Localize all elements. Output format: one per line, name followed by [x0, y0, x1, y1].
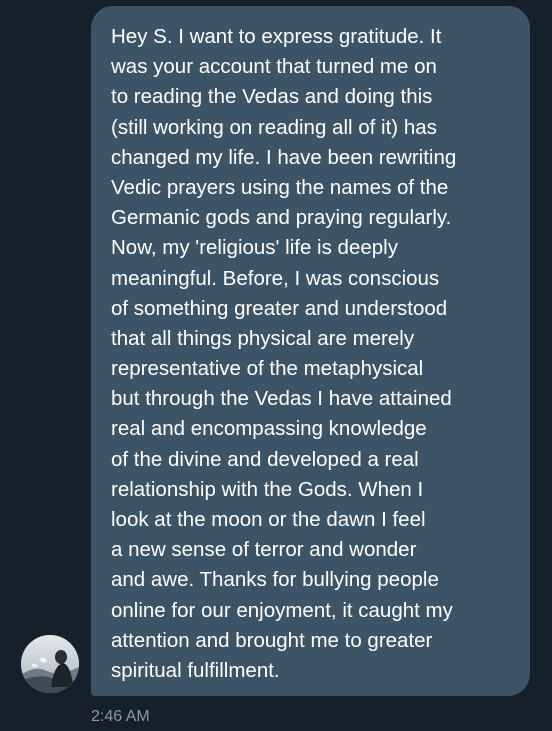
message-line: was your account that turned me on: [111, 55, 437, 79]
message-line: Vedic prayers using the names of the: [111, 175, 449, 199]
dm-conversation: Hey S. I want to express gratitude. It w…: [0, 0, 552, 731]
message-line: real and encompassing knowledge: [111, 417, 427, 441]
message-line: relationship with the Gods. When I: [111, 477, 424, 501]
message-line: changed my life. I have been rewriting: [111, 145, 457, 169]
message-line: to reading the Vedas and doing this: [111, 85, 433, 109]
message-line: of something greater and understood: [111, 296, 448, 320]
message-line: representative of the metaphysical: [111, 357, 424, 381]
user-avatar-photo-icon: [21, 635, 79, 693]
message-line: that all things physical are merely: [111, 326, 415, 350]
message-line: a new sense of terror and wonder: [111, 538, 417, 562]
message-line: of the divine and developed a real: [111, 447, 419, 471]
message-line: Germanic gods and praying regularly.: [111, 206, 452, 230]
message-line: Hey S. I want to express gratitude. It: [111, 25, 442, 48]
message-line: online for our enjoyment, it caught my: [111, 598, 453, 622]
message-line: meaningful. Before, I was conscious: [111, 266, 440, 290]
sender-avatar[interactable]: [21, 635, 79, 693]
message-line: Now, my 'religious' life is deeply: [111, 236, 398, 260]
message-line: and awe. Thanks for bullying people: [111, 568, 439, 592]
message-timestamp: 2:46 AM: [91, 708, 150, 725]
message-line: spiritual fulfillment.: [111, 658, 280, 682]
message-text: Hey S. I want to express gratitude. It w…: [111, 22, 516, 686]
received-message-bubble[interactable]: Hey S. I want to express gratitude. It w…: [91, 6, 530, 696]
message-line: attention and brought me to greater: [111, 628, 433, 652]
message-line: look at the moon or the dawn I feel: [111, 508, 426, 531]
message-line: but through the Vedas I have attained: [111, 387, 452, 411]
message-line: (still working on reading all of it) has: [111, 115, 437, 139]
